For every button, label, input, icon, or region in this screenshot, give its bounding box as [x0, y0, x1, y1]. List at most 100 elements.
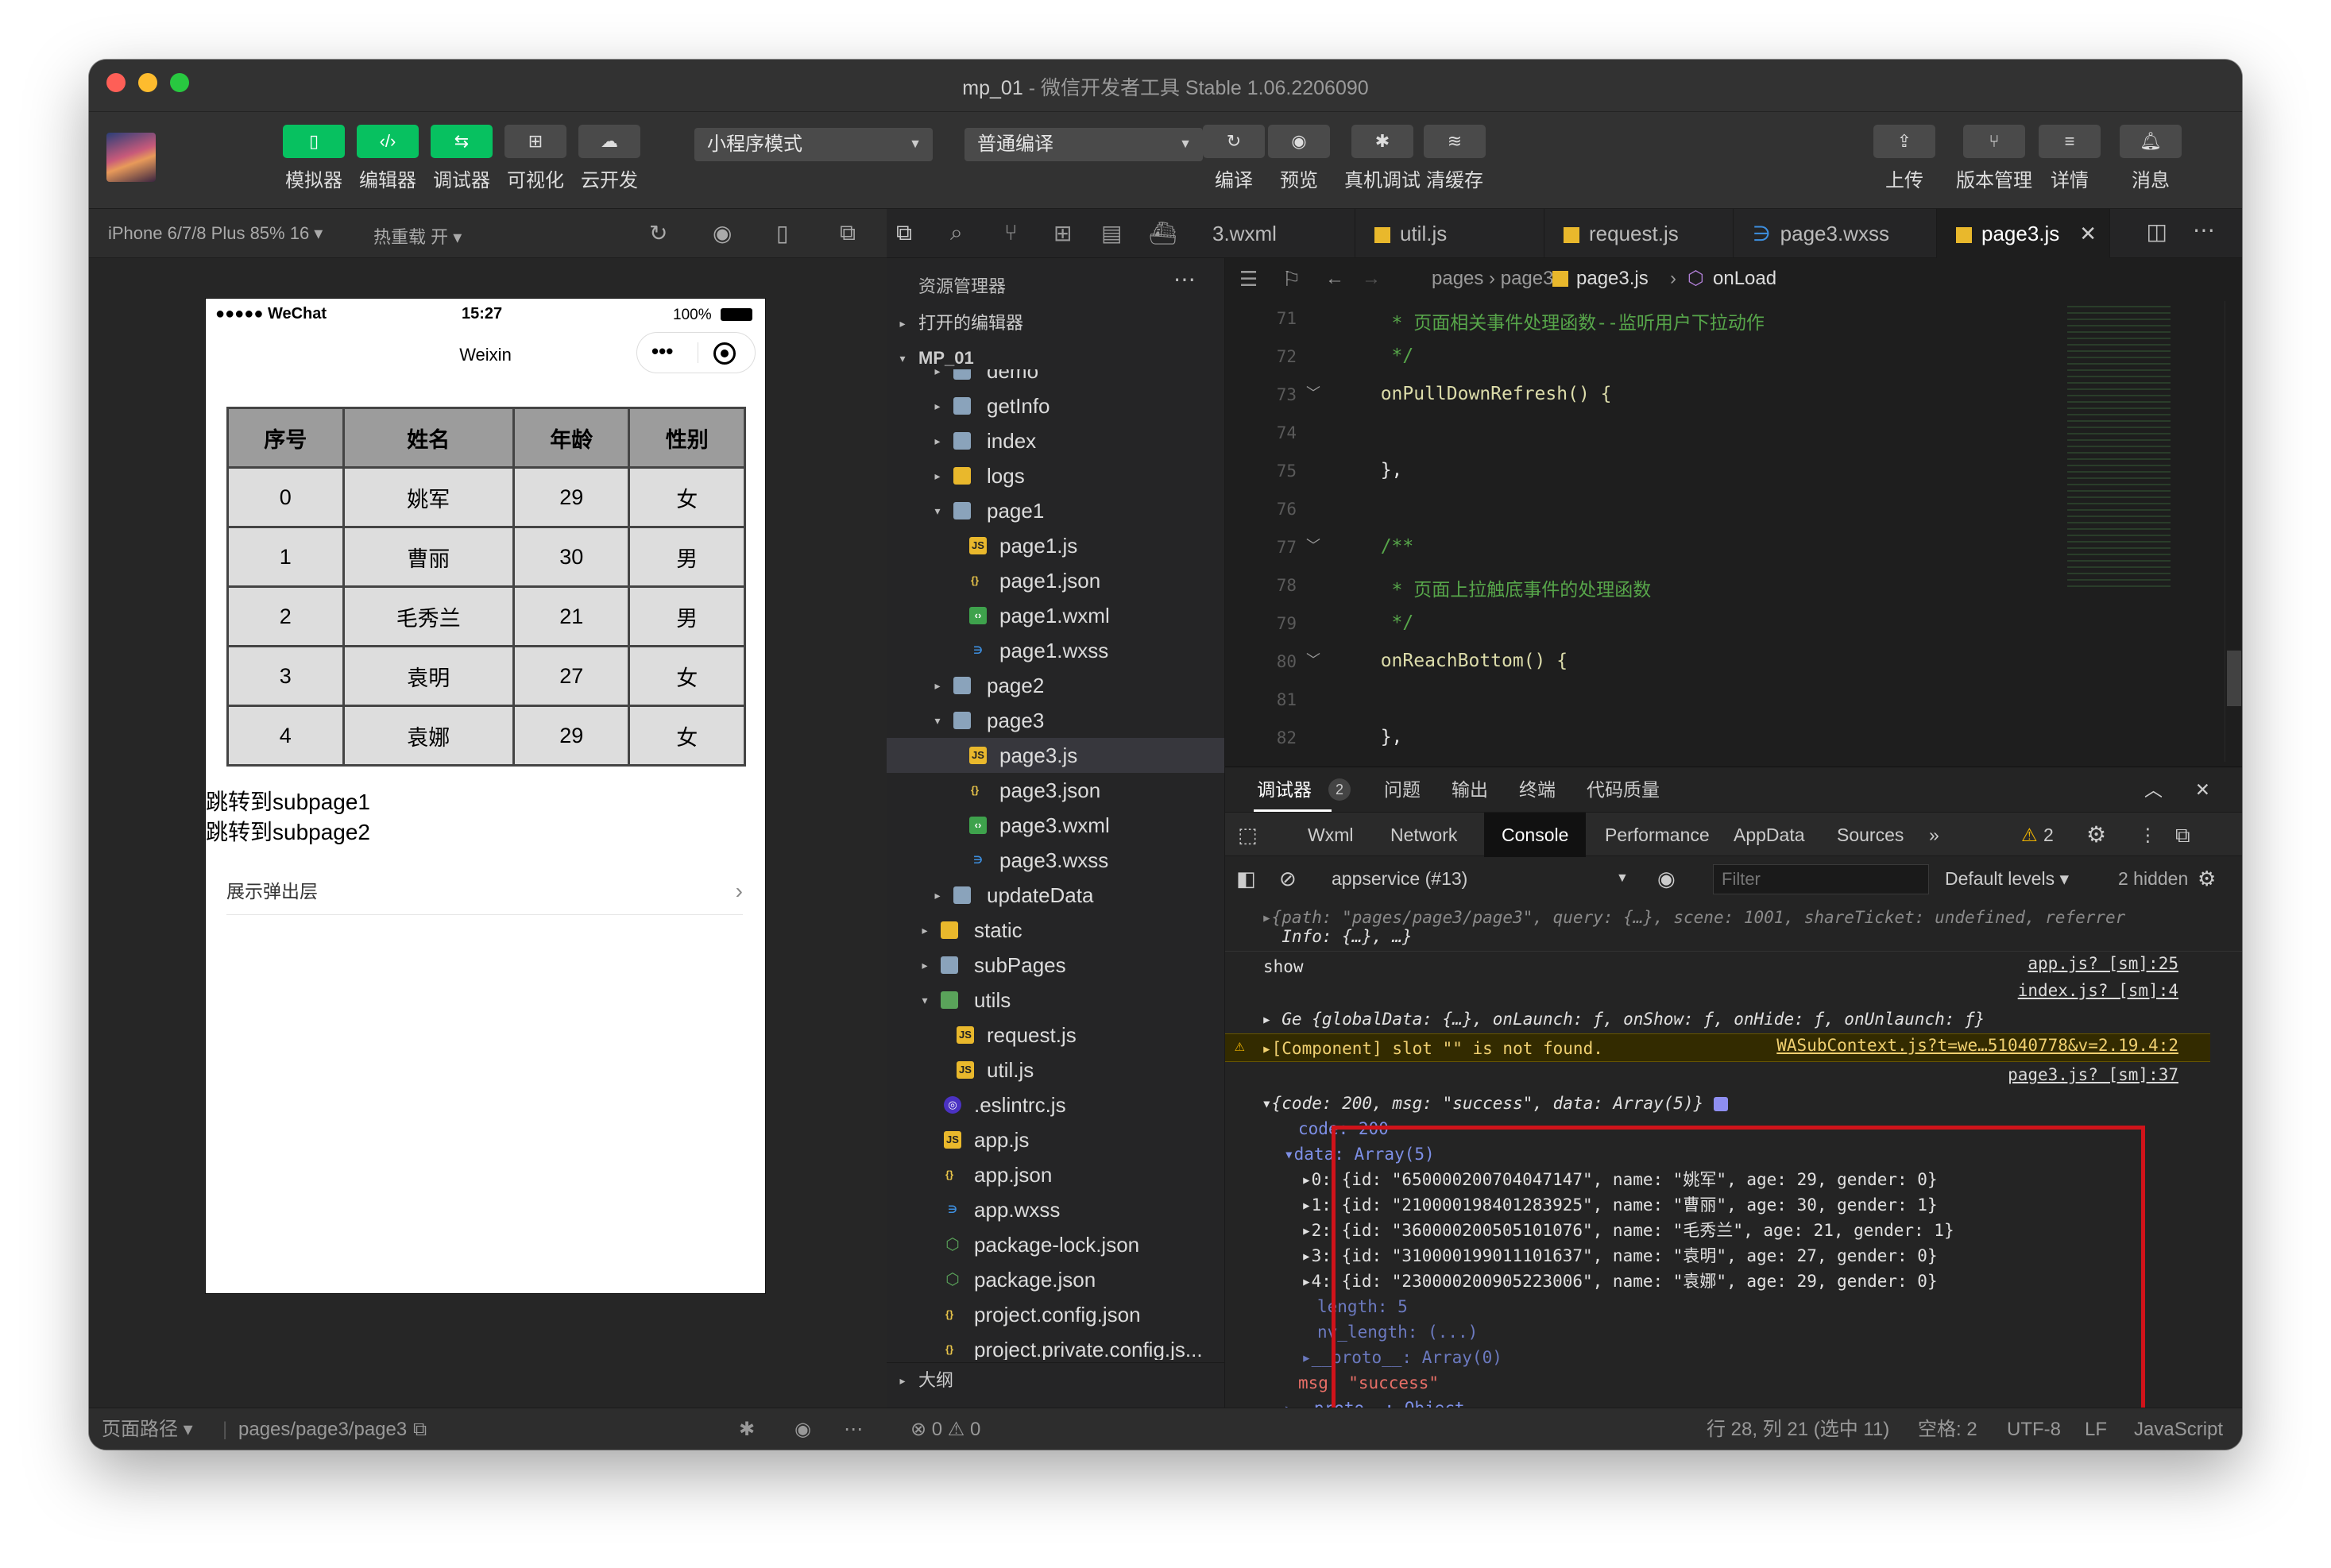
tree-folder[interactable]: ▾ page3 — [887, 703, 1224, 738]
version-button[interactable]: ⑂ 版本管理 — [1956, 125, 2032, 192]
indentation[interactable]: 空格: 2 — [1918, 1408, 1977, 1450]
link-subpage1[interactable]: 跳转到subpage1 — [206, 785, 370, 817]
messages-button[interactable]: 🔔︎ 消息 — [2120, 125, 2182, 192]
settings-icon[interactable]: ⚙ — [2086, 813, 2106, 857]
open-editors-section[interactable]: ▸ 打开的编辑器 — [887, 306, 1224, 341]
tab-terminal[interactable]: 终端 — [1519, 767, 1556, 812]
back-icon[interactable]: ← — [1325, 258, 1344, 299]
tab-wxml-panel[interactable]: Wxml — [1308, 813, 1353, 857]
object-root[interactable]: ▾{code: 200, msg: "success", data: Array… — [1262, 1091, 2210, 1116]
capsule-menu[interactable]: ••• — [636, 332, 756, 373]
page-path-select[interactable]: 页面路径 ▾ — [102, 1408, 193, 1450]
encoding[interactable]: UTF-8 — [2007, 1408, 2061, 1450]
tab-appdata[interactable]: AppData — [1734, 813, 1805, 857]
live-expression-icon[interactable]: ◉ — [1657, 856, 1676, 901]
bug-icon[interactable]: ✱ — [739, 1408, 755, 1450]
device-select[interactable]: iPhone 6/7/8 Plus 85% 16 ▾ — [108, 223, 323, 244]
compile-select[interactable]: 普通编译 ▼ — [964, 128, 1203, 161]
tree-file-selected[interactable]: JS page3.js — [887, 738, 1224, 773]
tree-file[interactable]: ⬡ package-lock.json — [887, 1227, 1224, 1262]
levels-select[interactable]: Default levels ▾ — [1945, 856, 2069, 901]
split-editor-icon[interactable]: ◫ — [2147, 218, 2167, 245]
tab-wxml[interactable]: 3.wxml — [1204, 209, 1355, 258]
more-icon[interactable]: ••• — [651, 339, 673, 364]
line-ending[interactable]: LF — [2085, 1408, 2107, 1450]
tree-file[interactable]: ◎ .eslintrc.js — [887, 1087, 1224, 1122]
tree-file[interactable]: JS request.js — [887, 1018, 1224, 1052]
tab-code-quality[interactable]: 代码质量 — [1587, 767, 1660, 812]
link-subpage2[interactable]: 跳转到subpage2 — [206, 815, 370, 847]
inspect-icon[interactable]: ⬚ — [1238, 813, 1258, 857]
record-icon[interactable]: ◉ — [713, 220, 732, 246]
tree-file[interactable]: ∋ page1.wxss — [887, 633, 1224, 668]
tree-file[interactable]: {} app.json — [887, 1157, 1224, 1192]
status-more-icon[interactable]: ⋯ — [844, 1408, 863, 1450]
remote-debug-button[interactable]: ✱ 真机调试 — [1344, 125, 1421, 192]
tab-network[interactable]: Network — [1390, 813, 1457, 857]
tree-folder[interactable]: ▾ page1 — [887, 493, 1224, 528]
dock-icon[interactable]: ⧉ — [2175, 813, 2190, 857]
close-tab-icon[interactable]: ✕ — [2079, 209, 2097, 258]
tab-performance[interactable]: Performance — [1605, 813, 1710, 857]
tree-folder[interactable]: ▸ subPages — [887, 948, 1224, 983]
tab-util[interactable]: util.js — [1355, 209, 1544, 258]
sidebar-toggle-icon[interactable]: ◧ — [1236, 856, 1256, 901]
editor-scrollbar[interactable] — [2225, 301, 2242, 762]
code-editor[interactable]: ☰ ⚐ ← → pages › page3 › page3.js › ⬡ onL… — [1225, 258, 2242, 767]
filter-input[interactable] — [1713, 864, 1929, 894]
details-button[interactable]: ≡ 详情 — [2039, 125, 2101, 192]
debugger-button[interactable]: ⇆ 调试器 — [431, 125, 493, 192]
tab-console[interactable]: Console — [1484, 813, 1587, 857]
clear-console-icon[interactable]: ⊘ — [1279, 856, 1297, 901]
clear-cache-button[interactable]: ≋ 清缓存 — [1424, 125, 1486, 192]
tree-file[interactable]: {} page3.json — [887, 773, 1224, 808]
source-link[interactable]: page3.js? [sm]:37 — [2008, 1065, 2178, 1084]
tab-request[interactable]: request.js — [1544, 209, 1734, 258]
extensions-icon[interactable]: ⊞ — [1053, 220, 1072, 246]
tree-folder[interactable]: ▸ updateData — [887, 878, 1224, 913]
source-link[interactable]: index.js? [sm]:4 — [2018, 981, 2178, 1000]
simulator-button[interactable]: ▯ 模拟器 — [283, 125, 345, 192]
more-tabs-icon[interactable]: » — [1929, 813, 1939, 857]
mode-select[interactable]: 小程序模式 ▼ — [694, 128, 933, 161]
fold-icon[interactable]: ﹀ — [1306, 382, 1320, 403]
list-icon[interactable]: ☰ — [1239, 258, 1258, 299]
popup-cell[interactable]: 展示弹出层 › — [226, 867, 743, 915]
mobile-icon[interactable]: ▯ — [776, 220, 788, 246]
file-tree-scroll[interactable]: ▸ demo ▸ getInfo ▸ index ▸ logs ▾ page1 JS pag… — [887, 369, 1224, 1360]
tree-file[interactable]: ‹› page3.wxml — [887, 808, 1224, 843]
explorer-more-icon[interactable]: ⋯ — [1173, 266, 1196, 292]
preview-button[interactable]: ◉ 预览 — [1268, 125, 1330, 192]
source-link[interactable]: WASubContext.js?t=we…51040778&v=2.19.4:2 — [1776, 1036, 2178, 1055]
rotate-icon[interactable]: ↻ — [649, 220, 667, 246]
bookmark-icon[interactable]: ⚐ — [1282, 258, 1301, 299]
tree-file[interactable]: JS app.js — [887, 1122, 1224, 1157]
kebab-icon[interactable]: ⋮ — [2139, 813, 2157, 857]
tree-folder[interactable]: ▸ demo — [887, 369, 1224, 388]
outline-section[interactable]: ▸ 大纲 — [887, 1362, 1224, 1397]
tab-page3-js[interactable]: page3.js ✕ — [1937, 209, 2110, 258]
avatar[interactable] — [106, 133, 156, 182]
collapse-icon[interactable]: ︿ — [2144, 767, 2163, 812]
files-icon[interactable]: ⧉ — [896, 220, 912, 246]
tree-file[interactable]: JS page1.js — [887, 528, 1224, 563]
tree-folder[interactable]: ▸ index — [887, 423, 1224, 458]
tree-folder[interactable]: ▸ page2 — [887, 668, 1224, 703]
source-link[interactable]: app.js? [sm]:25 — [2028, 954, 2178, 973]
tree-file[interactable]: ∋ page3.wxss — [887, 843, 1224, 878]
tree-folder[interactable]: ▾ utils — [887, 983, 1224, 1018]
problems-count[interactable]: ⊗ 0 ⚠ 0 — [910, 1408, 980, 1450]
tree-folder[interactable]: ▸ logs — [887, 458, 1224, 493]
hotreload-toggle[interactable]: 热重载 开 ▾ — [373, 223, 462, 249]
upload-button[interactable]: ⇪ 上传 — [1873, 125, 1935, 192]
tree-file[interactable]: {} project.config.json — [887, 1297, 1224, 1332]
cloud-button[interactable]: ☁ 云开发 — [578, 125, 640, 192]
minimap[interactable] — [2067, 306, 2171, 592]
tree-file[interactable]: ‹› page1.wxml — [887, 598, 1224, 633]
tab-debugger[interactable]: 调试器 — [1257, 767, 1312, 812]
tree-file[interactable]: ∋ app.wxss — [887, 1192, 1224, 1227]
tab-sources[interactable]: Sources — [1837, 813, 1904, 857]
tree-folder[interactable]: ▸ getInfo — [887, 388, 1224, 423]
tab-output[interactable]: 输出 — [1452, 767, 1488, 812]
search-icon[interactable]: ⌕ — [950, 220, 963, 246]
